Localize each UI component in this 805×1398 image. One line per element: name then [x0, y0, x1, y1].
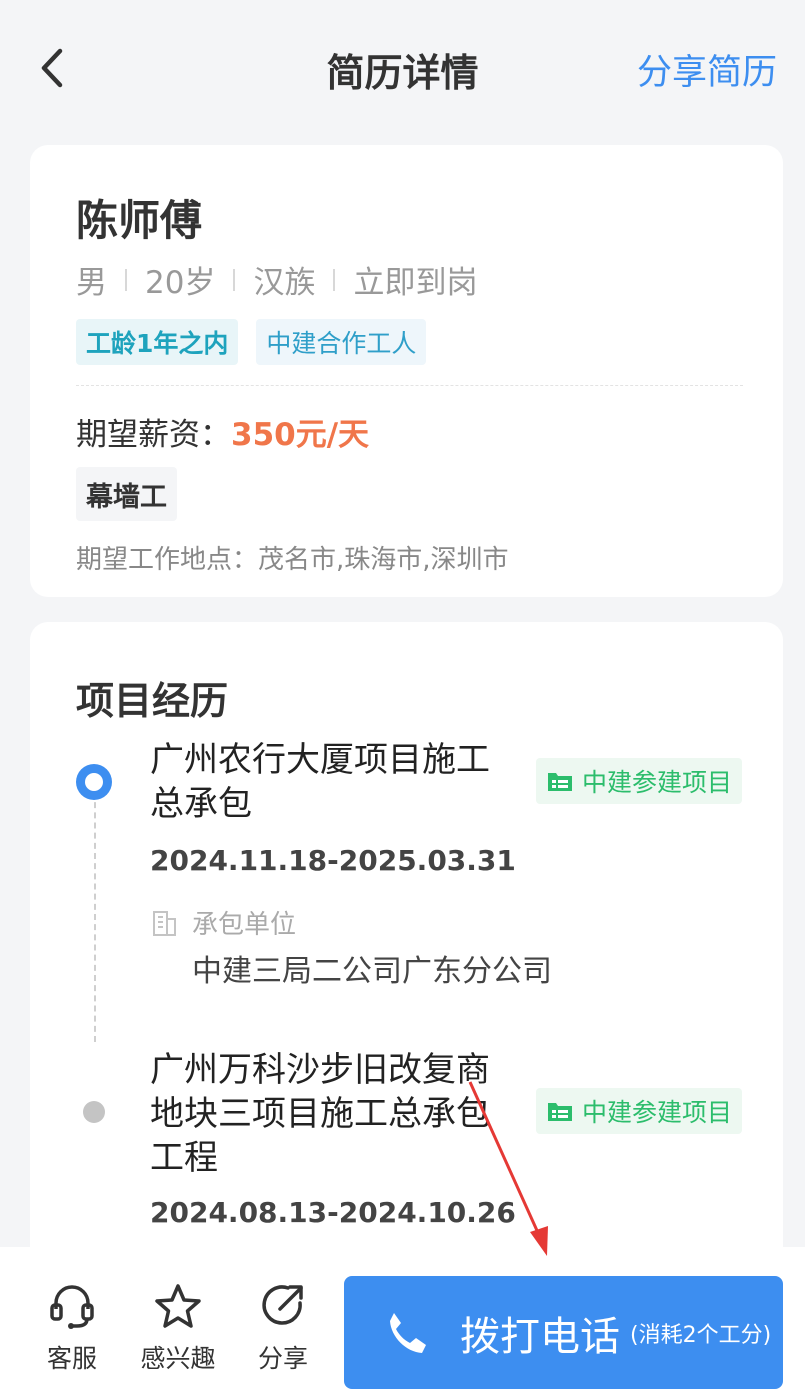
- gender: 男: [76, 265, 107, 301]
- age: 20岁: [145, 265, 216, 301]
- customer-service-button[interactable]: 客服: [22, 1281, 122, 1375]
- project-date: 2024.11.18-2025.03.31: [150, 844, 516, 877]
- star-icon: [155, 1284, 201, 1328]
- call-phone-button[interactable]: 拨打电话 (消耗2个工分): [344, 1276, 783, 1389]
- expected-location: 期望工作地点：茂名市,珠海市,深圳市: [76, 545, 509, 575]
- ethnicity: 汉族: [253, 265, 316, 301]
- contractor-label: 承包单位: [192, 910, 297, 940]
- headset-icon: [50, 1285, 94, 1329]
- timeline-dot-icon: [76, 764, 112, 800]
- project-title: 广州万科沙步旧改复商地块三项目施工总承包工程: [150, 1050, 490, 1178]
- timeline-dot-icon: [83, 1101, 105, 1123]
- project-badge-icon: [548, 1103, 572, 1121]
- share-label: 分享: [257, 1344, 308, 1373]
- cooperation-tag: 中建合作工人: [256, 319, 427, 365]
- project-date: 2024.08.13-2024.10.26: [150, 1196, 516, 1229]
- divider: [76, 385, 743, 386]
- badge-label: 中建参建项目: [582, 1098, 733, 1127]
- job-type-tag: 幕墙工: [76, 467, 177, 521]
- phone-icon: [390, 1312, 426, 1353]
- call-label: 拨打电话: [460, 1313, 620, 1360]
- project-title: 广州农行大厦项目施工总承包: [150, 740, 490, 824]
- building-icon: [153, 910, 176, 936]
- section-title: 项目经历: [76, 679, 229, 723]
- salary-label: 期望薪资：: [76, 417, 231, 453]
- project-badge: 中建参建项目: [536, 758, 743, 804]
- profile-card: 陈师傅 男 20岁 汉族 立即到岗 工龄1年之内 中建合作工人 期望薪资：350…: [30, 145, 783, 597]
- badge-label: 中建参建项目: [582, 768, 733, 797]
- contractor-label-row: 承包单位: [150, 904, 296, 941]
- project-badge: 中建参建项目: [536, 1088, 743, 1134]
- basic-info: 男 20岁 汉族 立即到岗: [76, 257, 477, 302]
- contractor-name: 中建三局二公司广东分公司: [192, 954, 552, 989]
- info-divider: [125, 268, 127, 291]
- share-resume-link[interactable]: 分享简历: [637, 44, 777, 95]
- call-cost: (消耗2个工分): [630, 1322, 772, 1348]
- customer-service-label: 客服: [46, 1344, 97, 1373]
- timeline-line: [94, 792, 96, 1042]
- project-badge-icon: [548, 773, 572, 791]
- header: 简历详情 分享简历: [0, 0, 805, 135]
- availability: 立即到岗: [353, 265, 478, 301]
- expected-salary: 期望薪资：350元/天: [76, 409, 369, 454]
- work-years-tag: 工龄1年之内: [76, 319, 239, 365]
- bottom-action-bar: 客服 感兴趣 分享 拨打电话 (消耗2个工分): [0, 1247, 805, 1398]
- info-divider: [233, 268, 236, 291]
- profile-tags: 工龄1年之内 中建合作工人: [76, 319, 427, 365]
- worker-name: 陈师傅: [76, 196, 203, 245]
- interest-button[interactable]: 感兴趣: [128, 1281, 228, 1375]
- info-divider: [333, 268, 336, 291]
- salary-value: 350元/天: [231, 417, 370, 453]
- share-button[interactable]: 分享: [233, 1281, 333, 1375]
- interest-label: 感兴趣: [140, 1344, 216, 1373]
- share-icon: [262, 1285, 303, 1325]
